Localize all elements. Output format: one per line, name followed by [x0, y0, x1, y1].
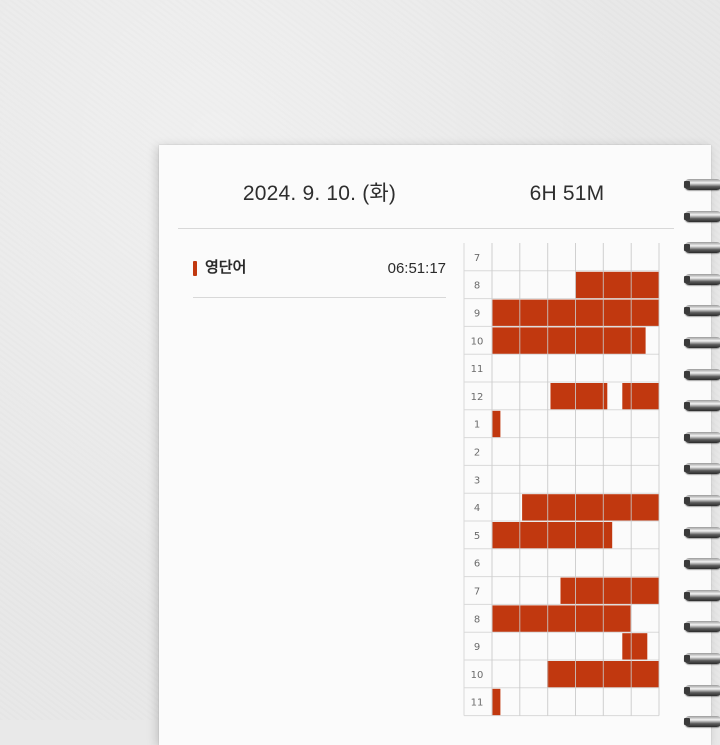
binding-ring — [684, 242, 720, 254]
binding-ring — [684, 400, 720, 412]
hour-label: 12 — [471, 392, 484, 403]
timetable-grid: 7891011121234567891011 — [463, 243, 660, 717]
hour-label: 7 — [474, 253, 480, 264]
study-block — [522, 494, 659, 521]
binding-ring — [684, 653, 720, 664]
binding-ring — [684, 463, 720, 475]
binding-ring — [684, 337, 720, 348]
binding-ring — [684, 179, 720, 190]
binding-ring — [684, 495, 720, 506]
hour-label: 5 — [474, 531, 480, 542]
hour-label: 11 — [471, 698, 484, 709]
binding-ring — [684, 305, 720, 317]
study-block — [492, 522, 613, 549]
binding-ring — [684, 589, 720, 601]
binding-ring — [684, 210, 720, 222]
hour-label: 1 — [474, 420, 480, 431]
hour-label: 7 — [474, 587, 480, 598]
binding-ring — [684, 558, 720, 570]
study-block — [492, 327, 646, 355]
binding-ring — [684, 273, 720, 285]
hour-label: 10 — [471, 336, 484, 347]
hour-label: 6 — [474, 559, 480, 570]
hour-label: 8 — [474, 614, 480, 625]
binding-ring — [684, 621, 720, 633]
binding-ring — [684, 526, 720, 538]
spiral-binding — [680, 0, 720, 728]
hour-label: 9 — [474, 309, 480, 320]
study-block — [622, 633, 648, 660]
study-block — [550, 383, 608, 410]
hour-label: 3 — [474, 475, 480, 486]
hour-label: 10 — [471, 670, 484, 681]
hour-label: 8 — [474, 281, 480, 292]
binding-ring — [684, 684, 720, 696]
binding-ring — [684, 716, 720, 728]
hour-label: 4 — [474, 503, 480, 514]
binding-ring — [684, 431, 720, 443]
hour-label: 9 — [474, 642, 480, 653]
study-block — [622, 383, 659, 410]
study-block — [492, 410, 501, 438]
hour-label: 2 — [474, 448, 480, 459]
study-block — [492, 605, 631, 633]
study-block — [492, 688, 501, 716]
study-block — [575, 271, 659, 299]
binding-ring — [684, 368, 720, 380]
hour-label: 11 — [471, 364, 484, 375]
